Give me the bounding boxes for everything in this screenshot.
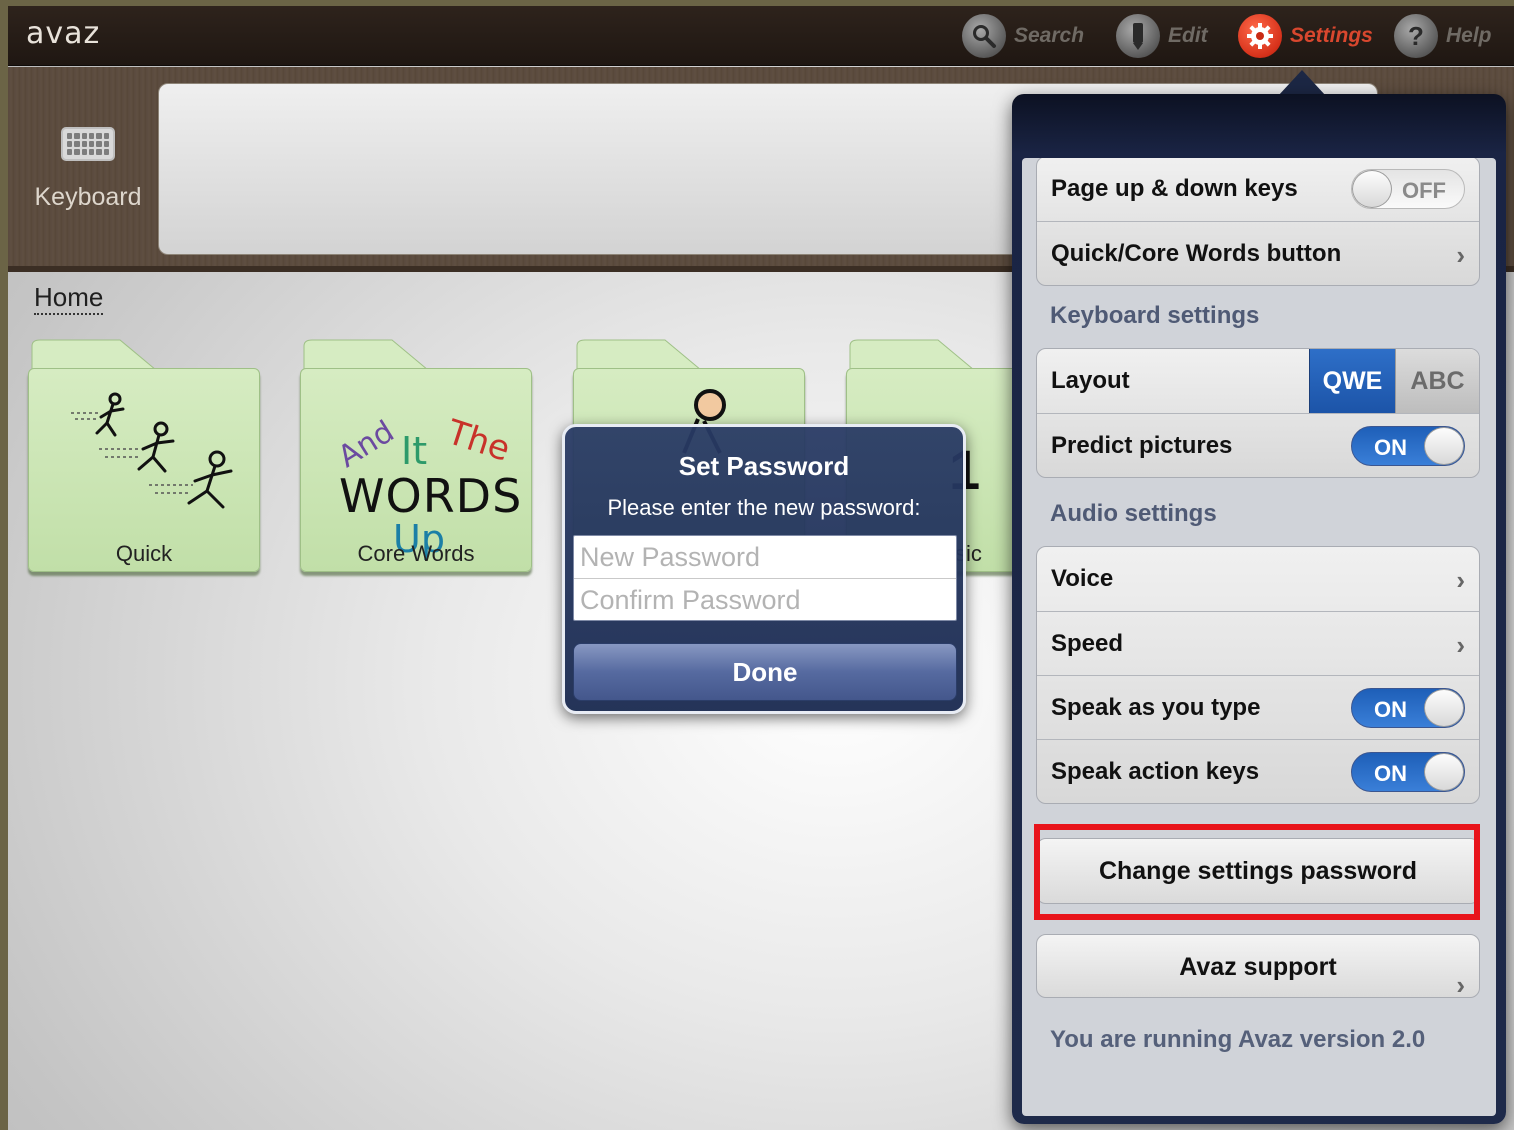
app-frame: avaz Search Edit Settings ? Help Keyboar… bbox=[8, 6, 1514, 1130]
toggle-knob bbox=[1424, 753, 1464, 791]
row-label: Page up & down keys bbox=[1051, 175, 1298, 202]
gear-icon bbox=[1238, 14, 1282, 58]
new-password-input[interactable] bbox=[574, 536, 956, 579]
settings-popover: Page up & down keys OFF Quick/Core Words… bbox=[1012, 94, 1506, 1124]
core-word-the: The bbox=[442, 412, 515, 470]
toggle-text: ON bbox=[1374, 697, 1407, 722]
version-text: You are running Avaz version 2.0 bbox=[1050, 1026, 1426, 1053]
speak-action-keys-row: Speak action keys ON bbox=[1037, 739, 1479, 803]
dialog-title: Set Password bbox=[678, 451, 850, 481]
speak-action-keys-toggle[interactable]: ON bbox=[1351, 752, 1465, 792]
change-password-button[interactable]: Change settings password bbox=[1036, 838, 1480, 904]
toggle-knob bbox=[1352, 170, 1392, 208]
row-label: Speak action keys bbox=[1051, 757, 1260, 785]
predict-pictures-row: Predict pictures ON bbox=[1037, 413, 1479, 477]
speak-as-you-type-row: Speak as you type ON bbox=[1037, 675, 1479, 739]
predict-pictures-toggle[interactable]: ON bbox=[1351, 426, 1465, 466]
folder-label: Core Words bbox=[357, 541, 475, 566]
speak-as-you-type-toggle[interactable]: ON bbox=[1351, 688, 1465, 728]
folder-core-words[interactable]: And It The WORDS Up Core Words bbox=[300, 338, 532, 574]
chevron-right-icon: › bbox=[1456, 240, 1465, 270]
toggle-knob bbox=[1424, 689, 1464, 727]
speed-row[interactable]: Speed › bbox=[1037, 611, 1479, 675]
password-fields bbox=[573, 535, 957, 622]
toggle-text: ON bbox=[1374, 435, 1407, 460]
audio-settings-header: Audio settings bbox=[1050, 500, 1217, 527]
confirm-password-input[interactable] bbox=[574, 579, 956, 622]
done-button[interactable]: Done bbox=[573, 643, 957, 701]
row-label: Predict pictures bbox=[1051, 431, 1233, 459]
chevron-right-icon: › bbox=[1456, 970, 1465, 1000]
page-keys-toggle[interactable]: OFF bbox=[1351, 169, 1465, 209]
core-word-it: It bbox=[401, 429, 428, 473]
core-word-and: And bbox=[332, 414, 401, 475]
search-label: Search bbox=[1014, 24, 1085, 47]
toggle-text: ON bbox=[1374, 761, 1407, 786]
layout-segmented-control: QWE ABC bbox=[1309, 349, 1479, 413]
folder-body: And It The WORDS Up Core Words bbox=[300, 368, 532, 572]
core-words-button-row[interactable]: Quick/Core Words button › bbox=[1037, 221, 1479, 285]
edit-label: Edit bbox=[1168, 24, 1208, 47]
core-word-words: WORDS bbox=[339, 469, 523, 523]
keyboard-group: Layout QWE ABC Predict pictures ON bbox=[1036, 348, 1480, 478]
folder-quick[interactable]: Quick bbox=[28, 338, 260, 574]
layout-qwe-segment[interactable]: QWE bbox=[1309, 349, 1395, 413]
folder-body: Quick bbox=[28, 368, 260, 572]
avaz-support-button[interactable]: Avaz support › bbox=[1036, 934, 1480, 1000]
row-label: Voice bbox=[1051, 565, 1114, 592]
layout-row: Layout QWE ABC bbox=[1037, 349, 1479, 413]
dialog-message: Please enter the new password: bbox=[607, 495, 921, 520]
audio-group: Voice › Speed › Speak as you type ON Spe… bbox=[1036, 546, 1480, 804]
help-label: Help bbox=[1446, 24, 1492, 47]
breadcrumb-home[interactable]: Home bbox=[34, 282, 104, 315]
folder-label: Quick bbox=[115, 541, 173, 566]
keyboard-settings-header: Keyboard settings bbox=[1050, 302, 1260, 329]
row-label: Speak as you type bbox=[1051, 693, 1261, 721]
question-icon: ? bbox=[1394, 14, 1438, 58]
voice-row[interactable]: Voice › bbox=[1037, 547, 1479, 611]
running-figures-icon bbox=[71, 392, 233, 509]
popover-arrow bbox=[1278, 70, 1326, 96]
row-label: Layout bbox=[1051, 367, 1130, 394]
toggle-text: OFF bbox=[1402, 178, 1446, 203]
row-label: Speed bbox=[1051, 629, 1124, 657]
support-label: Avaz support bbox=[1179, 953, 1337, 981]
settings-button[interactable]: Settings bbox=[1238, 14, 1373, 58]
top-bar: avaz Search Edit Settings ? Help bbox=[8, 6, 1514, 66]
general-group: Page up & down keys OFF Quick/Core Words… bbox=[1036, 158, 1480, 286]
keyboard-icon bbox=[61, 127, 115, 161]
search-icon bbox=[962, 14, 1006, 58]
search-button[interactable]: Search bbox=[962, 14, 1084, 58]
toggle-knob bbox=[1424, 427, 1464, 465]
chevron-right-icon: › bbox=[1456, 630, 1465, 660]
settings-label: Settings bbox=[1290, 24, 1373, 47]
help-button[interactable]: ? Help bbox=[1394, 14, 1492, 58]
keyboard-button[interactable]: Keyboard bbox=[28, 127, 148, 212]
layout-abc-segment[interactable]: ABC bbox=[1395, 349, 1479, 413]
chevron-right-icon: › bbox=[1456, 565, 1465, 595]
edit-button[interactable]: Edit bbox=[1116, 14, 1208, 58]
page-keys-row: Page up & down keys OFF bbox=[1037, 158, 1479, 221]
set-password-dialog: Set Password Please enter the new passwo… bbox=[562, 424, 966, 714]
row-label: Quick/Core Words button bbox=[1051, 239, 1342, 267]
keyboard-label: Keyboard bbox=[34, 183, 142, 211]
pencil-icon bbox=[1116, 14, 1160, 58]
app-logo: avaz bbox=[26, 16, 101, 51]
settings-list: Page up & down keys OFF Quick/Core Words… bbox=[1022, 158, 1496, 1116]
